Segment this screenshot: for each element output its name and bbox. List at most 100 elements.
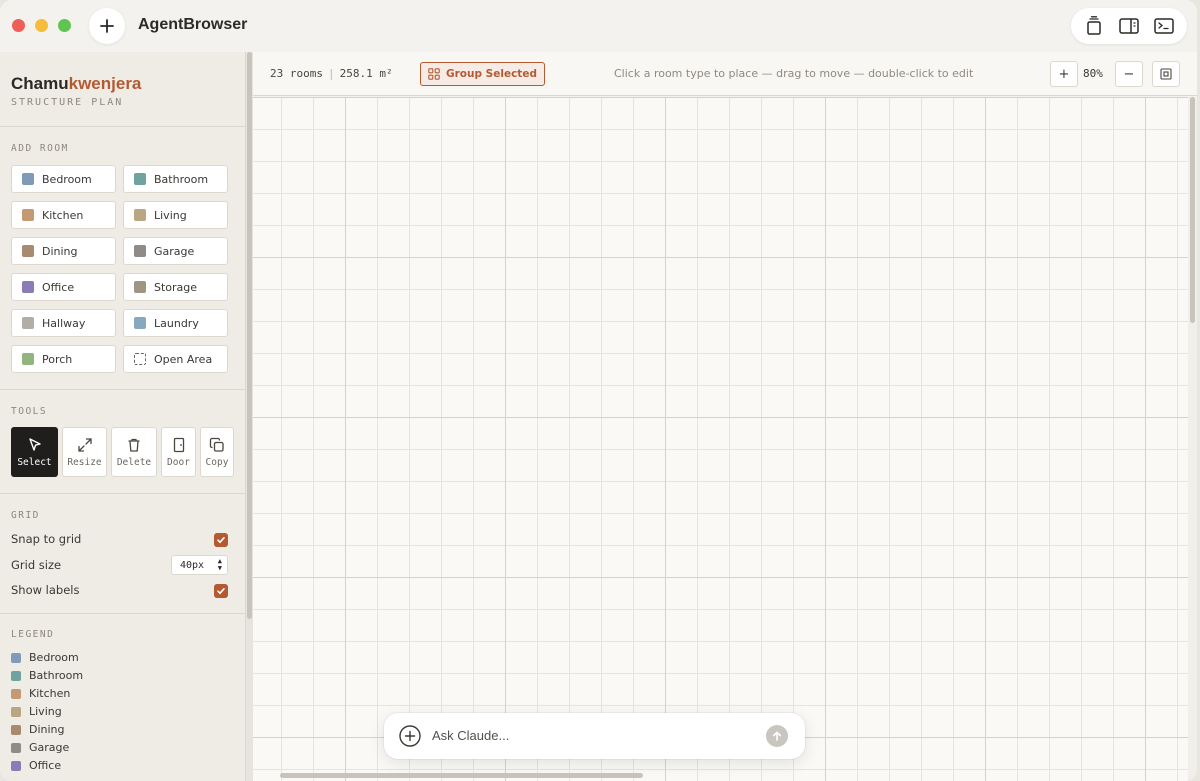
- delete-tool-button[interactable]: Delete: [111, 427, 157, 477]
- grid-accent-line: [253, 257, 1188, 258]
- room-color-swatch: [22, 281, 34, 293]
- maximize-window-button[interactable]: [58, 19, 71, 32]
- floor-plan-canvas[interactable]: [253, 97, 1188, 781]
- stats-separator: |: [327, 67, 335, 80]
- add-room-heading: ADD ROOM: [11, 143, 69, 154]
- add-room-open-area-button[interactable]: Open Area: [123, 345, 228, 373]
- app-window: AgentBrowser Chamukwenjera STRUCTURE PLA…: [0, 0, 1197, 781]
- legend-color-swatch: [11, 706, 21, 717]
- send-button[interactable]: [766, 725, 788, 747]
- brand-title: Chamukwenjera: [11, 74, 142, 93]
- room-color-swatch: [134, 281, 146, 293]
- grid-size-value: 40px: [180, 559, 205, 571]
- legend-color-swatch: [11, 688, 21, 699]
- legend-heading: LEGEND: [11, 629, 55, 640]
- canvas-vertical-scrollbar[interactable]: [1188, 97, 1197, 781]
- canvas-horizontal-scroll-thumb[interactable]: [280, 773, 643, 778]
- plus-icon: [100, 19, 114, 33]
- zoom-in-button[interactable]: +: [1050, 61, 1078, 87]
- add-room-laundry-button[interactable]: Laundry: [123, 309, 228, 337]
- terminal-button[interactable]: [1151, 13, 1177, 39]
- room-type-label: Porch: [42, 352, 73, 366]
- room-color-swatch: [134, 173, 146, 185]
- zoom-out-button[interactable]: −: [1115, 61, 1143, 87]
- room-type-label: Bedroom: [42, 172, 92, 186]
- room-type-label: Office: [42, 280, 75, 294]
- sidebar-scrollbar[interactable]: [246, 52, 253, 781]
- title-bar: AgentBrowser: [0, 0, 1197, 52]
- add-room-porch-button[interactable]: Porch: [11, 345, 116, 373]
- new-tab-button[interactable]: [89, 8, 125, 44]
- close-window-button[interactable]: [12, 19, 25, 32]
- room-type-label: Dining: [42, 244, 78, 258]
- copy-tool-button[interactable]: Copy: [200, 427, 234, 477]
- room-color-swatch: [22, 209, 34, 221]
- zoom-level: 80%: [1083, 67, 1103, 80]
- minimize-window-button[interactable]: [35, 19, 48, 32]
- sidebar-icon: [1119, 18, 1139, 34]
- show-labels-checkbox[interactable]: [214, 584, 228, 598]
- legend-color-swatch: [11, 742, 21, 753]
- legend-label: Garage: [29, 741, 70, 754]
- group-selected-button[interactable]: Group Selected: [420, 62, 545, 86]
- canvas-hint: Click a room type to place — drag to mov…: [614, 67, 974, 80]
- tabs-button[interactable]: [1081, 13, 1107, 39]
- ask-claude-input[interactable]: Ask Claude...: [432, 728, 509, 743]
- room-color-swatch: [22, 317, 34, 329]
- tools-heading: TOOLS: [11, 406, 48, 417]
- add-room-garage-button[interactable]: Garage: [123, 237, 228, 265]
- room-type-label: Open Area: [154, 352, 213, 366]
- legend-label: Bedroom: [29, 651, 79, 664]
- grid-size-label: Grid size: [11, 558, 62, 572]
- legend-item: Office: [11, 759, 61, 772]
- legend-item: Living: [11, 705, 62, 718]
- door-tool-button[interactable]: Door: [161, 427, 196, 477]
- add-room-hallway-button[interactable]: Hallway: [11, 309, 116, 337]
- legend-item: Dining: [11, 723, 65, 736]
- add-room-bedroom-button[interactable]: Bedroom: [11, 165, 116, 193]
- tabs-icon: [1087, 16, 1102, 35]
- legend-item: Kitchen: [11, 687, 70, 700]
- grid-size-select[interactable]: 40px ▲ ▼: [171, 555, 228, 575]
- sidebar-scroll-thumb[interactable]: [247, 52, 252, 619]
- legend-item: Garage: [11, 741, 69, 754]
- add-room-dining-button[interactable]: Dining: [11, 237, 116, 265]
- legend-color-swatch: [11, 652, 21, 663]
- legend-item: Bedroom: [11, 651, 79, 664]
- legend-color-swatch: [11, 724, 21, 735]
- room-type-label: Living: [154, 208, 187, 222]
- show-labels-label: Show labels: [11, 583, 80, 597]
- resize-tool-button[interactable]: Resize: [62, 427, 107, 477]
- divider: [0, 389, 245, 390]
- add-room-storage-button[interactable]: Storage: [123, 273, 228, 301]
- fit-view-icon: [1160, 68, 1172, 80]
- room-color-swatch: [134, 245, 146, 257]
- window-controls-group: [1071, 8, 1187, 44]
- canvas-vertical-scroll-thumb[interactable]: [1190, 97, 1195, 323]
- room-type-label: Bathroom: [154, 172, 209, 186]
- sidebar-toggle-button[interactable]: [1116, 13, 1142, 39]
- ask-claude-bar: Ask Claude...: [384, 713, 805, 759]
- legend-label: Dining: [29, 723, 65, 736]
- legend-label: Bathroom: [29, 669, 84, 682]
- checkmark-icon: [217, 588, 225, 595]
- divider: [0, 493, 245, 494]
- snap-to-grid-checkbox[interactable]: [214, 533, 228, 547]
- room-color-swatch: [134, 209, 146, 221]
- room-type-label: Garage: [154, 244, 195, 258]
- total-area: 258.1 m²: [339, 67, 393, 80]
- fit-view-button[interactable]: [1152, 61, 1180, 87]
- divider: [0, 126, 245, 127]
- select-arrows-icon: ▲ ▼: [217, 557, 222, 572]
- add-room-bathroom-button[interactable]: Bathroom: [123, 165, 228, 193]
- add-room-office-button[interactable]: Office: [11, 273, 116, 301]
- sidebar: Chamukwenjera STRUCTURE PLAN ADD ROOM Be…: [0, 52, 246, 781]
- add-room-living-button[interactable]: Living: [123, 201, 228, 229]
- add-room-kitchen-button[interactable]: Kitchen: [11, 201, 116, 229]
- editor-toolbar: 23 rooms | 258.1 m² Group Selected Click a…: [253, 52, 1197, 96]
- select-tool-button[interactable]: Select: [11, 427, 58, 477]
- door-icon: [173, 437, 184, 452]
- room-color-swatch: [134, 353, 146, 365]
- add-attachment-icon[interactable]: [399, 725, 421, 747]
- legend-label: Living: [29, 705, 62, 718]
